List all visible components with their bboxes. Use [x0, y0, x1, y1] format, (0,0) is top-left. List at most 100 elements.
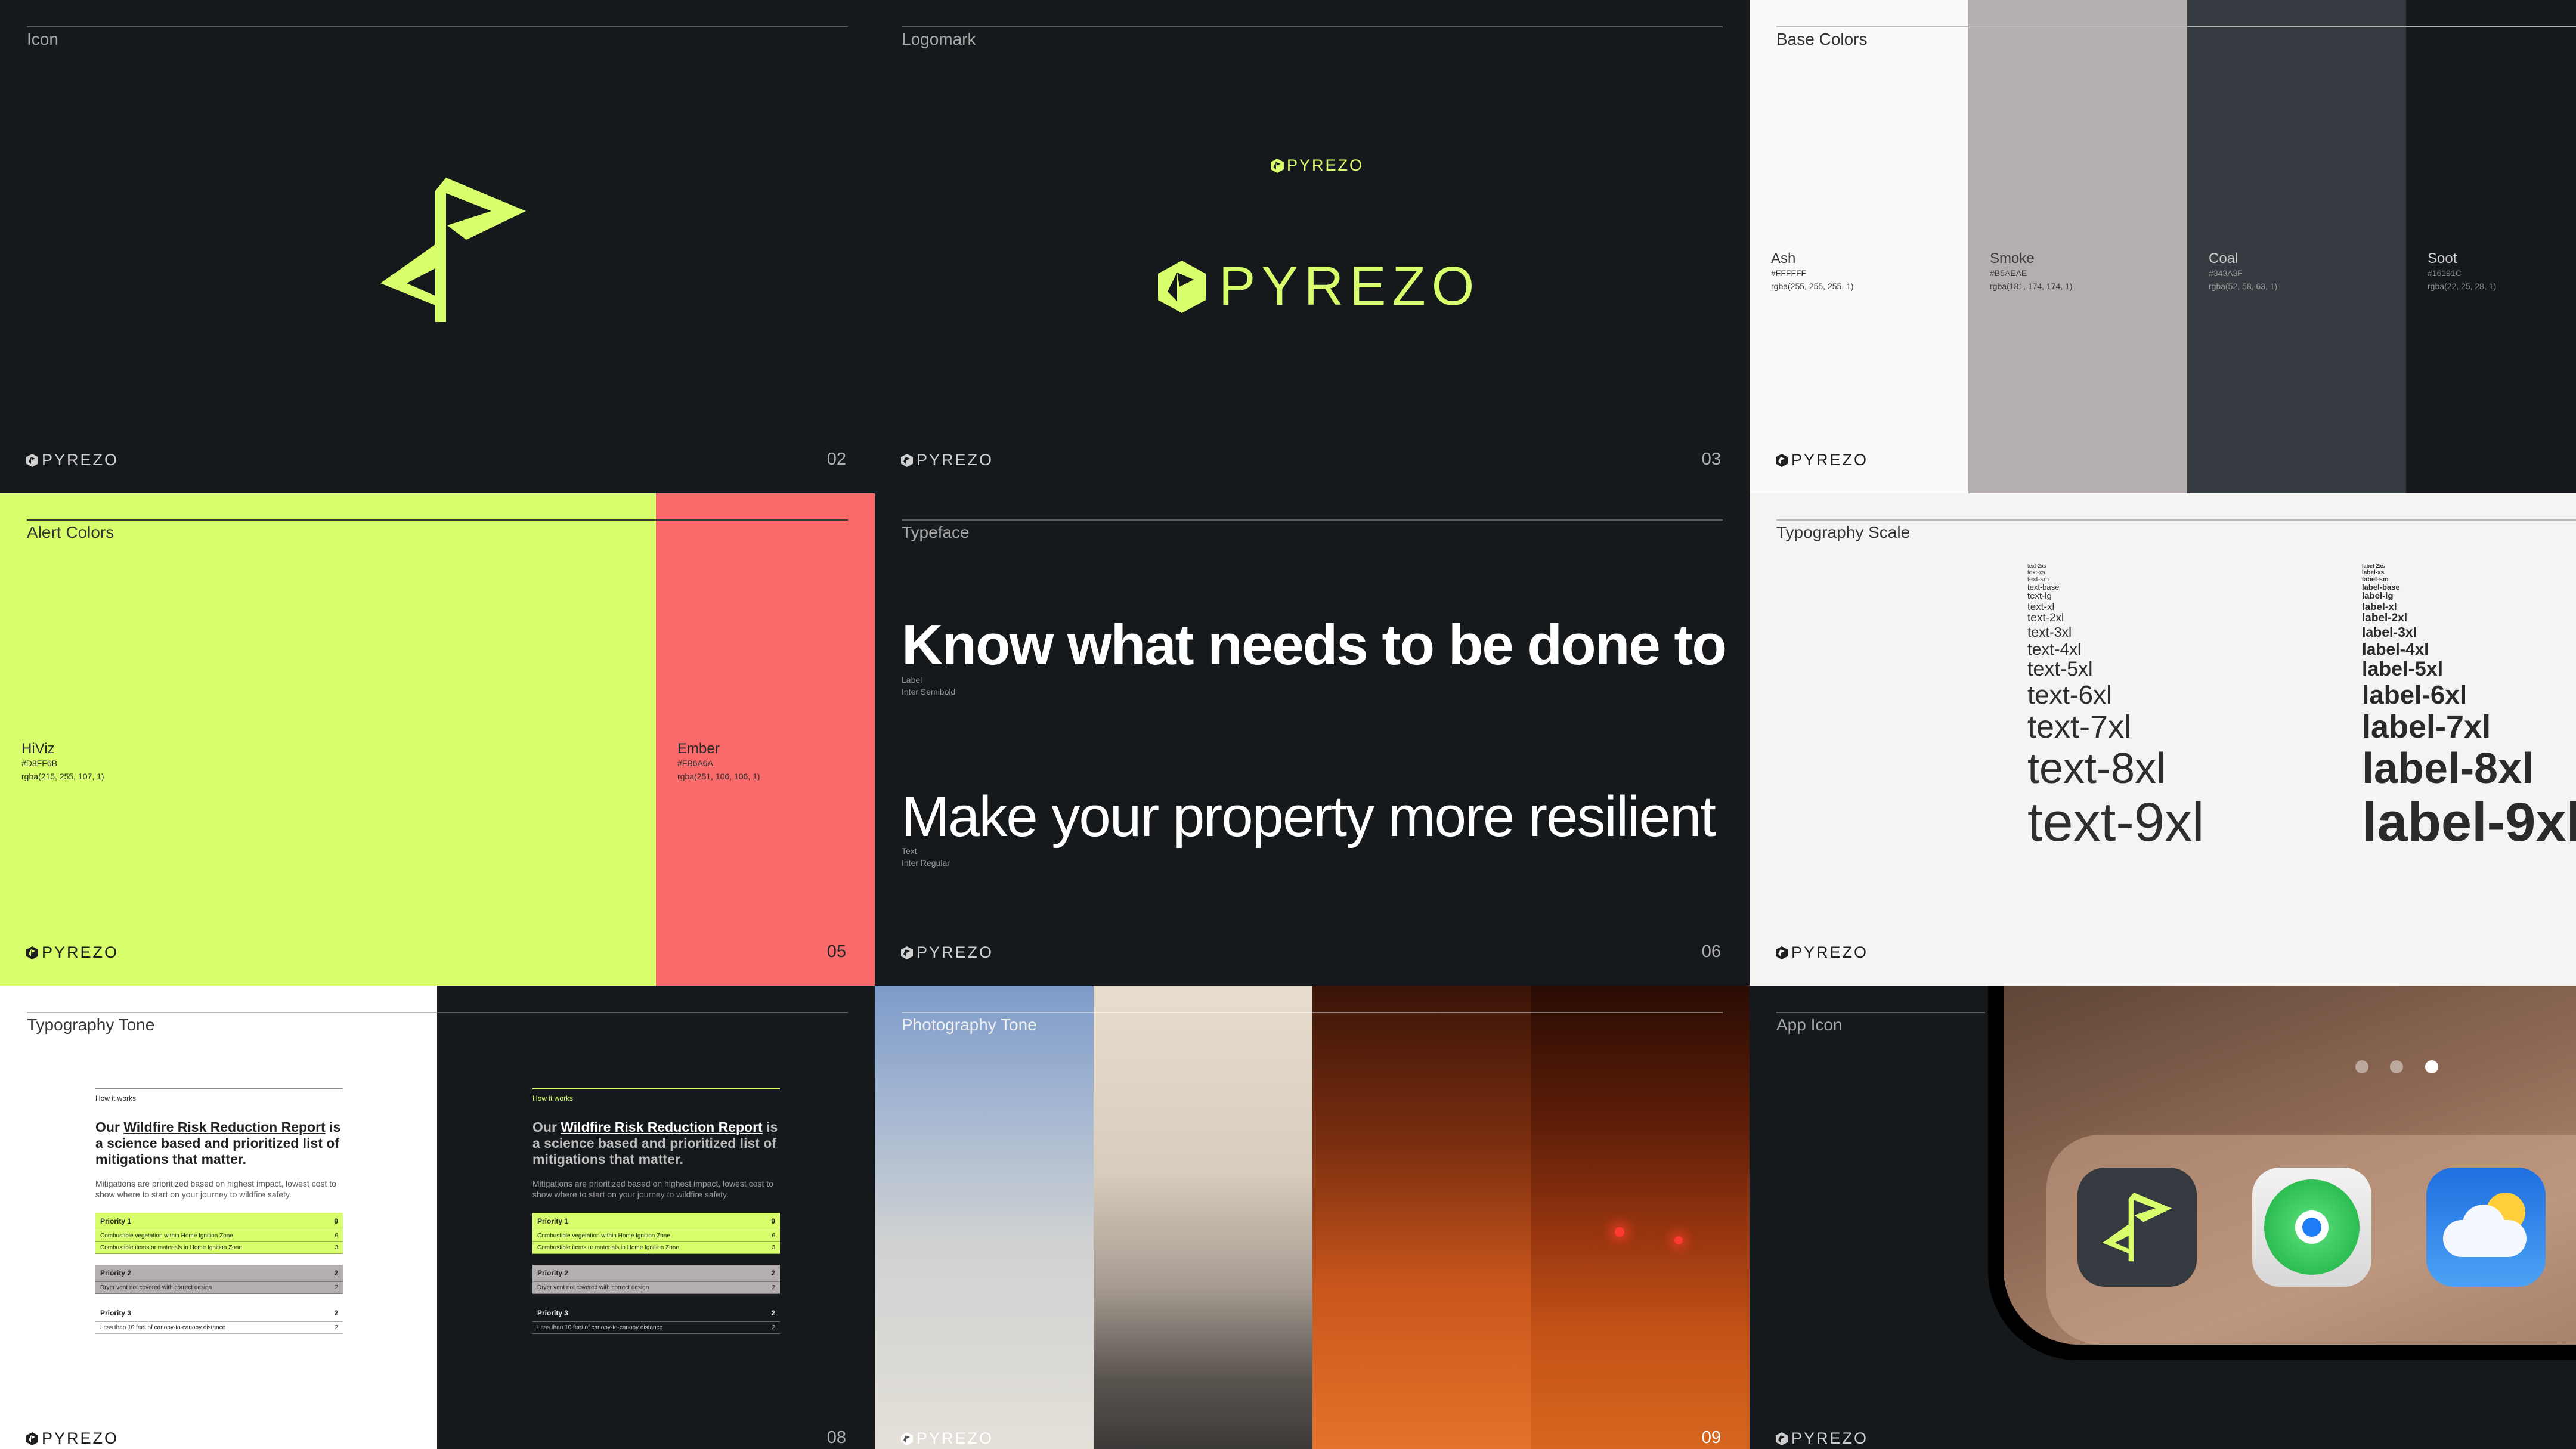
scale-item: label-2xl — [2362, 612, 2408, 625]
hex-logo-icon — [1776, 946, 1788, 959]
swatch-name: Soot — [2428, 250, 2457, 267]
card-eyebrow: How it works — [532, 1094, 574, 1103]
priority-label: Priority 1 — [100, 1217, 132, 1225]
divider — [902, 519, 1723, 521]
text-caption-name: Text — [902, 846, 917, 856]
footer-logo: PYREZO — [1776, 943, 1868, 962]
card-rule — [95, 1088, 343, 1089]
priority-item: Combustible vegetation within Home Ignit… — [95, 1230, 343, 1242]
priority-table: Priority 1 9 Combustible vegetation withi… — [532, 1213, 780, 1334]
cloud-puff — [2462, 1205, 2505, 1247]
item-text: Dryer vent not covered with correct desi… — [100, 1284, 212, 1291]
priority-label: Priority 2 — [537, 1269, 569, 1277]
item-count: 3 — [335, 1244, 338, 1251]
logomark-small-wordmark: PYREZO — [1287, 156, 1364, 174]
label-sample: Know what needs to be done to — [902, 613, 1727, 677]
label-caption-font: Inter Semibold — [902, 687, 956, 696]
scale-item: text-6xl — [2027, 680, 2112, 710]
swatch-name: Coal — [2209, 250, 2238, 267]
footer-wordmark: PYREZO — [917, 451, 994, 469]
priority-row: Priority 1 9 — [532, 1213, 780, 1230]
priority-item: Less than 10 feet of canopy-to-canopy di… — [95, 1322, 343, 1334]
logomark-large-wordmark: PYREZO — [1219, 256, 1481, 317]
swatch-hiviz: HiViz #D8FF6B rgba(215, 255, 107, 1) — [0, 493, 656, 986]
swatch-rgba: rgba(215, 255, 107, 1) — [21, 772, 104, 781]
priority-item: Combustible vegetation within Home Ignit… — [532, 1230, 780, 1242]
scale-item: text-xs — [2027, 569, 2045, 576]
footer-wordmark: PYREZO — [1791, 451, 1869, 469]
label-scale-list: label-2xs label-xs label-sm label-base label… — [2362, 563, 2576, 853]
priority-label: Priority 3 — [100, 1309, 132, 1317]
priority-row: Priority 2 2 — [532, 1265, 780, 1282]
tile-icon: Icon PYREZO 02 — [0, 0, 875, 493]
text-caption: Text Inter Regular — [902, 845, 950, 869]
swatch-coal: Coal #343A3F rgba(52, 58, 63, 1) — [2187, 0, 2406, 493]
swatch-rgba: rgba(251, 106, 106, 1) — [677, 772, 760, 781]
card-body: Mitigations are prioritized based on hig… — [95, 1179, 336, 1199]
text-sample: Make your property more resilient — [902, 785, 1716, 849]
weather-app-icon[interactable] — [2426, 1168, 2546, 1287]
hex-logo-icon — [26, 946, 38, 959]
priority-item: Combustible items or materials in Home I… — [532, 1242, 780, 1254]
scale-item: label-xs — [2362, 569, 2385, 576]
scale-item: text-3xl — [2027, 624, 2072, 640]
hex-logo-icon — [901, 946, 913, 959]
page-dot[interactable] — [2390, 1060, 2403, 1073]
card-eyebrow: How it works — [95, 1094, 137, 1103]
priority-table: Priority 1 9 Combustible vegetation withi… — [95, 1213, 343, 1334]
pyrezo-app-icon[interactable] — [2077, 1168, 2197, 1287]
scale-item: text-5xl — [2027, 658, 2093, 681]
swatch-hex: #D8FF6B — [21, 758, 57, 768]
swatch-soot: Soot #16191C rgba(22, 25, 28, 1) — [2406, 0, 2576, 493]
tile-title: Photography Tone — [902, 1015, 1037, 1034]
tile-title: Icon — [27, 30, 58, 48]
tone-card-light: How it works Our Wildfire Risk Reduction… — [95, 1088, 343, 1334]
report-link[interactable]: Wildfire Risk Reduction Report — [561, 1119, 762, 1135]
footer-wordmark: PYREZO — [1791, 1429, 1869, 1447]
swatch-ash: Ash #FFFFFF rgba(255, 255, 255, 1) — [1750, 0, 1968, 493]
divider — [1776, 519, 2576, 521]
priority-label: Priority 2 — [100, 1269, 132, 1277]
find-my-app-icon[interactable] — [2252, 1168, 2371, 1287]
photo-smoky-hills — [1094, 986, 1312, 1449]
scale-item: text-lg — [2027, 591, 2052, 602]
divider — [1776, 1012, 1985, 1013]
report-link[interactable]: Wildfire Risk Reduction Report — [123, 1119, 325, 1135]
logomark-small: PYREZO — [1271, 156, 1364, 175]
divider — [902, 26, 1723, 27]
tile-title: Typography Tone — [27, 1015, 155, 1034]
scale-item: label-3xl — [2362, 624, 2417, 640]
card-body: Mitigations are prioritized based on hig… — [532, 1179, 773, 1199]
item-count: 2 — [335, 1284, 338, 1291]
priority-label: Priority 3 — [537, 1309, 569, 1317]
swatch-hex: #FB6A6A — [677, 758, 713, 768]
footer-wordmark: PYREZO — [1791, 943, 1869, 961]
hex-logo-icon — [1271, 158, 1284, 173]
priority-label: Priority 1 — [537, 1217, 569, 1225]
hex-logo-icon — [901, 1432, 913, 1445]
tone-card-dark: How it works Our Wildfire Risk Reduction… — [532, 1088, 780, 1334]
footer-logo: PYREZO — [26, 1429, 119, 1448]
footer-wordmark: PYREZO — [42, 943, 119, 961]
priority-item: Dryer vent not covered with correct desi… — [95, 1282, 343, 1294]
item-text: Combustible vegetation within Home Ignit… — [537, 1233, 670, 1239]
scale-item: text-9xl — [2027, 791, 2205, 853]
page-number: 02 — [826, 450, 846, 469]
swatch-smoke: Smoke #B5AEAE rgba(181, 174, 174, 1) — [1968, 0, 2187, 493]
pyrezo-p-icon — [2102, 1192, 2172, 1262]
footer-wordmark: PYREZO — [917, 943, 994, 961]
scale-item: label-4xl — [2362, 639, 2429, 658]
tile-title: App Icon — [1776, 1015, 1843, 1034]
label-caption-name: Label — [902, 675, 922, 685]
text-caption-font: Inter Regular — [902, 858, 950, 868]
priority-item: Combustible items or materials in Home I… — [95, 1242, 343, 1254]
scale-item: text-8xl — [2027, 744, 2166, 792]
page-dot-active[interactable] — [2425, 1060, 2438, 1073]
photo-orange-smoke — [1312, 986, 1531, 1449]
hex-logo-icon — [1776, 453, 1788, 467]
item-count: 2 — [772, 1324, 775, 1331]
page-dot[interactable] — [2355, 1060, 2368, 1073]
priority-item: Dryer vent not covered with correct desi… — [532, 1282, 780, 1294]
footer-logo: PYREZO — [26, 943, 119, 962]
footer-wordmark: PYREZO — [42, 451, 119, 469]
